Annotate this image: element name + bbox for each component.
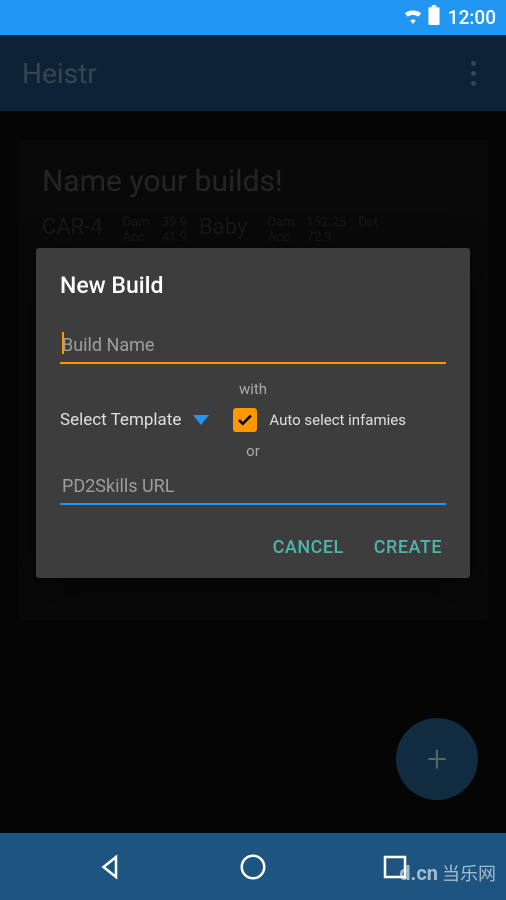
auto-infamies-checkbox[interactable] <box>233 408 257 432</box>
nav-back-button[interactable] <box>94 850 128 884</box>
template-select-label[interactable]: Select Template <box>60 410 181 430</box>
dialog-title: New Build <box>60 272 446 299</box>
with-label: with <box>60 380 446 398</box>
battery-icon <box>428 5 440 30</box>
fab-add-build[interactable]: + <box>396 718 478 800</box>
text-cursor <box>62 332 64 354</box>
cancel-button[interactable]: CANCEL <box>273 537 344 558</box>
plus-icon: + <box>427 738 447 780</box>
watermark: d.cn 当乐网 <box>399 860 496 886</box>
status-time: 12:00 <box>448 6 496 29</box>
status-bar: 12:00 <box>0 0 506 35</box>
auto-infamies-label: Auto select infamies <box>269 411 406 429</box>
nav-home-button[interactable] <box>236 850 270 884</box>
pd2skills-url-input[interactable] <box>60 470 446 505</box>
or-label: or <box>60 442 446 460</box>
create-button[interactable]: CREATE <box>374 537 442 558</box>
dropdown-arrow-icon[interactable] <box>193 415 209 425</box>
build-name-input[interactable] <box>60 329 446 364</box>
watermark-logo: d.cn <box>399 861 438 885</box>
watermark-text: 当乐网 <box>442 860 496 886</box>
wifi-icon <box>402 6 424 29</box>
new-build-dialog: New Build with Select Template Auto sele… <box>36 248 470 578</box>
